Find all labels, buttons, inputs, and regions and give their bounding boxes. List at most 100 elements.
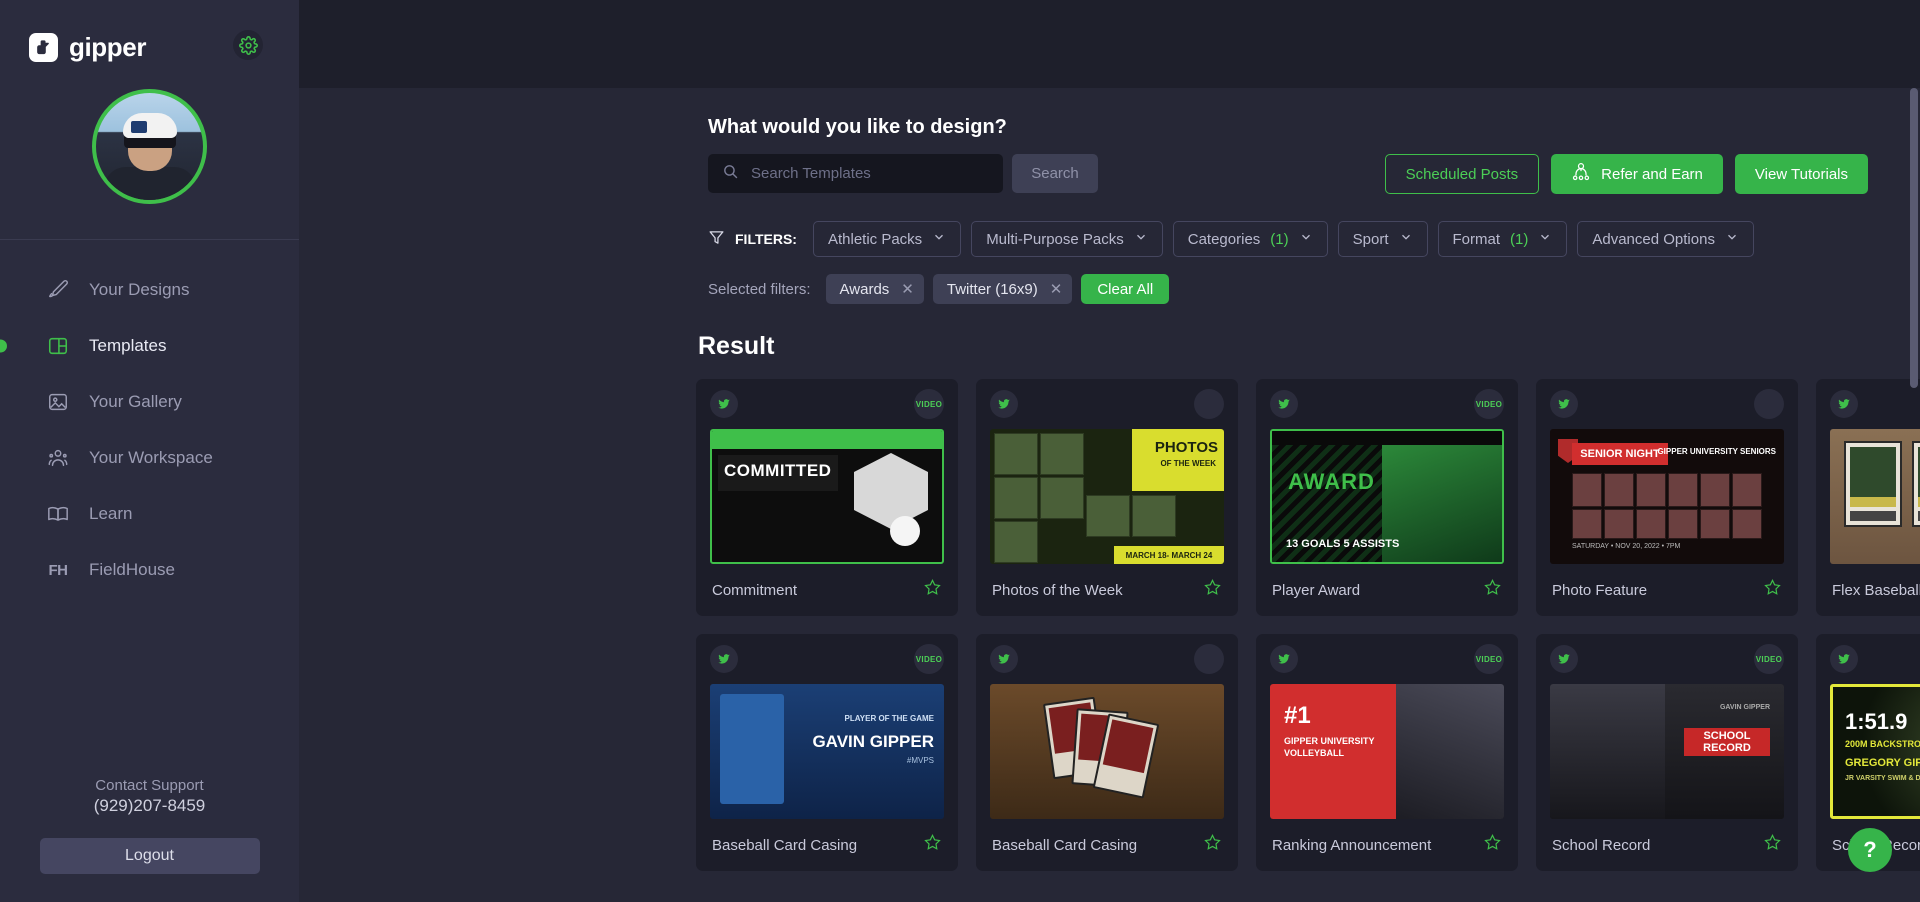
template-thumbnail (1830, 429, 1920, 564)
view-tutorials-button[interactable]: View Tutorials (1734, 154, 1868, 194)
sidebar-item-label: Learn (89, 504, 133, 523)
filter-sport[interactable]: Sport (1337, 221, 1428, 257)
template-grid: VIDEO COMMITTED Commitment PHOTOS OF THE… (299, 379, 1920, 871)
template-thumbnail (990, 684, 1224, 819)
template-thumbnail: PLAYER OF THE GAME GAVIN GIPPER #MVPS (710, 684, 944, 819)
refer-and-earn-button[interactable]: Refer and Earn (1551, 154, 1723, 194)
search-row: Search Scheduled Posts Refer (708, 154, 1868, 194)
star-icon[interactable] (1483, 833, 1502, 857)
search-icon (722, 163, 739, 185)
gipper-logo-icon (29, 33, 58, 62)
sidebar-item-your-gallery[interactable]: Your Gallery (0, 374, 299, 430)
filter-label: Athletic Packs (827, 230, 923, 248)
star-icon[interactable] (1483, 578, 1502, 602)
active-indicator-dot (0, 339, 7, 353)
template-card[interactable]: PHOTOS OF THE WEEK MARCH 18- MARCH 24 Ph… (976, 379, 1238, 616)
template-card[interactable]: VIDEO AWARD 13 GOALS 5 ASSISTS Player Awa… (1256, 379, 1518, 616)
star-icon[interactable] (1763, 833, 1782, 857)
card-footer: Player Award (1256, 564, 1518, 616)
brand-name: gipper (69, 32, 147, 62)
app-root: gipper Your Designs Templates Your Galle… (0, 0, 1920, 902)
clear-all-button[interactable]: Clear All (1081, 274, 1170, 304)
sidebar-item-label: Your Workspace (89, 448, 213, 467)
template-card[interactable]: SENIOR NIGHT GIPPER UNIVERSITY SENIORS S… (1536, 379, 1798, 616)
top-actions: Scheduled Posts Refer and Earn View Tuto… (1384, 154, 1868, 194)
filter-athletic-packs[interactable]: Athletic Packs (812, 221, 962, 257)
video-badge: VIDEO (1474, 389, 1504, 419)
close-icon[interactable]: ✕ (901, 280, 914, 298)
template-card[interactable]: VIDEO PLAYER OF THE GAME GAVIN GIPPER #M… (696, 634, 958, 871)
chevron-down-icon (1134, 230, 1148, 248)
page-title: What would you like to design? (708, 116, 1007, 138)
people-icon (45, 445, 71, 471)
twitter-icon (1270, 390, 1298, 418)
video-badge: VIDEO (1754, 644, 1784, 674)
star-icon[interactable] (1203, 833, 1222, 857)
card-footer: Commitment (696, 564, 958, 616)
template-card[interactable]: Baseball Card Casing (976, 634, 1238, 871)
video-badge (1194, 389, 1224, 419)
sidebar-nav: Your Designs Templates Your Gallery Your… (0, 262, 299, 598)
template-thumbnail: GAVIN GIPPER SCHOOL RECORD (1550, 684, 1784, 819)
card-header (1536, 379, 1798, 429)
search-button[interactable]: Search (1012, 154, 1098, 193)
filter-label: Sport (1352, 230, 1389, 248)
filter-advanced-options[interactable]: Advanced Options (1577, 221, 1754, 257)
card-footer: Baseball Card Casing (696, 819, 958, 871)
logout-button[interactable]: Logout (39, 838, 260, 874)
selected-filter-chip[interactable]: Awards ✕ (825, 274, 924, 304)
selected-filters-label: Selected filters: (708, 280, 811, 298)
brush-icon (45, 277, 71, 303)
sidebar-item-label: Your Designs (89, 280, 190, 299)
twitter-icon (1550, 390, 1578, 418)
scheduled-posts-button[interactable]: Scheduled Posts (1384, 154, 1540, 194)
filter-format[interactable]: Format (1) (1437, 221, 1568, 257)
card-footer: Photo Feature (1536, 564, 1798, 616)
template-card[interactable]: VIDEO COMMITTED Commitment (696, 379, 958, 616)
template-card[interactable]: VIDEO #1 GIPPER UNIVERSITY VOLLEYBALL Ran… (1256, 634, 1518, 871)
card-header: VIDEO (696, 634, 958, 684)
avatar[interactable] (92, 89, 207, 204)
sidebar-divider (0, 239, 299, 240)
card-header (976, 634, 1238, 684)
card-title: Photo Feature (1552, 581, 1648, 599)
filter-categories[interactable]: Categories (1) (1172, 221, 1328, 257)
search-box[interactable] (708, 154, 1003, 193)
chevron-down-icon (1538, 230, 1552, 248)
filter-multi-purpose-packs[interactable]: Multi-Purpose Packs (971, 221, 1163, 257)
sidebar-item-fieldhouse[interactable]: FH FieldHouse (0, 542, 299, 598)
star-icon[interactable] (923, 833, 942, 857)
card-title: Ranking Announcement (1272, 836, 1432, 854)
star-icon[interactable] (923, 578, 942, 602)
filters-label: FILTERS: (708, 229, 797, 249)
help-button[interactable]: ? (1848, 828, 1892, 872)
template-card[interactable]: VIDEO GAVIN GIPPER SCHOOL RECORD School R… (1536, 634, 1798, 871)
sidebar-item-label: Your Gallery (89, 392, 182, 411)
twitter-icon (1550, 645, 1578, 673)
template-card[interactable]: VIDEO Flex Baseball Card Casing (1816, 379, 1920, 616)
twitter-icon (710, 390, 738, 418)
template-thumbnail: SENIOR NIGHT GIPPER UNIVERSITY SENIORS S… (1550, 429, 1784, 564)
search-input[interactable] (751, 165, 989, 182)
star-icon[interactable] (1203, 578, 1222, 602)
gear-icon[interactable] (233, 30, 263, 60)
card-header: VIDEO (1816, 379, 1920, 429)
template-thumbnail: AWARD 13 GOALS 5 ASSISTS (1270, 429, 1504, 564)
sidebar-item-learn[interactable]: Learn (0, 486, 299, 542)
sidebar-item-templates[interactable]: Templates (0, 318, 299, 374)
card-title: Flex Baseball Card Casing (1832, 581, 1920, 599)
selected-filter-chip[interactable]: Twitter (16x9) ✕ (932, 274, 1073, 304)
card-footer: Baseball Card Casing (976, 819, 1238, 871)
template-thumbnail: 1:51.9 200M BACKSTROKE GREGORY GIPPER JR… (1830, 684, 1920, 819)
refer-network-icon (1571, 162, 1591, 186)
vertical-scrollbar[interactable] (1910, 88, 1918, 388)
close-icon[interactable]: ✕ (1050, 280, 1063, 298)
header-section: What would you like to design? Search Sc… (299, 116, 1920, 304)
results-heading: Result (698, 332, 775, 360)
filter-count: (1) (1270, 230, 1289, 248)
support-phone[interactable]: (929)207-8459 (0, 796, 299, 816)
sidebar-item-your-designs[interactable]: Your Designs (0, 262, 299, 318)
star-icon[interactable] (1763, 578, 1782, 602)
sidebar-item-your-workspace[interactable]: Your Workspace (0, 430, 299, 486)
card-header: VIDEO (1256, 379, 1518, 429)
